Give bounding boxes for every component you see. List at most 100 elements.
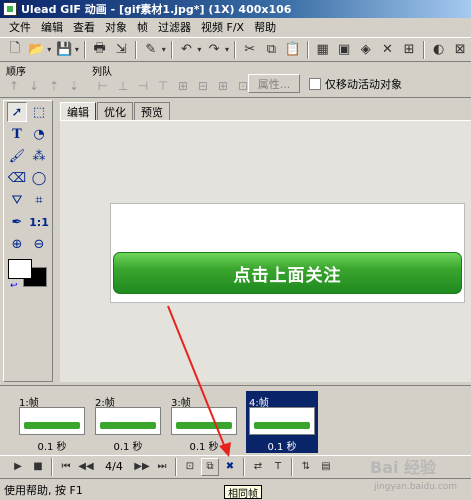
frame-thumbnail-selected[interactable]: 4:帧 0.1 秒 [246, 391, 318, 453]
layout-icon[interactable]: ⊞ [399, 40, 419, 60]
send-backward-icon[interactable]: ⇣ [65, 77, 83, 95]
frame-delay[interactable]: 0.1 秒 [16, 438, 88, 453]
redo-icon[interactable]: ↷ [204, 40, 224, 60]
previous-frame-icon[interactable]: ◀◀ [77, 458, 95, 476]
move-active-only-option[interactable]: 仅移动活动对象 [309, 76, 402, 92]
swap-colors-icon[interactable]: ↩ [10, 281, 18, 291]
toolbar-separator [175, 457, 177, 476]
text-animation-icon[interactable]: T [269, 458, 287, 476]
eyedropper-tool-icon[interactable]: ✒ [7, 212, 27, 232]
cut-icon[interactable]: ✂ [240, 40, 260, 60]
undo-dropdown-icon[interactable]: ▾ [197, 45, 201, 54]
thumb-banner [176, 422, 232, 429]
next-frame-icon[interactable]: ▶▶ [133, 458, 151, 476]
frame-properties-icon[interactable]: ▤ [317, 458, 335, 476]
canvas-area[interactable]: 点击上面关注 [60, 120, 471, 382]
align-middle-icon[interactable]: ⊞ [174, 77, 192, 95]
duplicate-frame-icon[interactable]: ⧉ [201, 457, 219, 476]
frame-thumbnail[interactable]: 2:帧 0.1 秒 [92, 391, 164, 453]
magic-wand-tool-icon[interactable]: ⁂ [29, 146, 49, 166]
menu-view[interactable]: 查看 [68, 19, 100, 36]
ellipse-tool-icon[interactable]: ◯ [29, 168, 49, 188]
browser-preview-icon[interactable]: ◐ [429, 40, 449, 60]
actual-size-tool-icon[interactable]: 1:1 [29, 212, 49, 232]
save-icon[interactable]: 💾 [54, 40, 74, 60]
tween-icon[interactable]: ⇄ [249, 458, 267, 476]
frame-delay[interactable]: 0.1 秒 [246, 438, 318, 453]
undo-icon[interactable]: ↶ [177, 40, 197, 60]
frame-counter: 4/4 [105, 460, 123, 473]
align-bottom-icon[interactable]: ⊟ [194, 77, 212, 95]
lasso-tool-icon[interactable]: ◔ [29, 124, 49, 144]
thumb-banner [254, 422, 310, 429]
tab-preview[interactable]: 预览 [134, 102, 170, 120]
menu-frame[interactable]: 帧 [132, 19, 153, 36]
frame-properties-icon[interactable]: ▣ [334, 40, 354, 60]
color-selector[interactable]: ↩ [8, 259, 50, 291]
crop-icon[interactable]: ✕ [378, 40, 398, 60]
menu-help[interactable]: 帮助 [249, 19, 281, 36]
marquee-tool-icon[interactable]: ⬚ [29, 102, 49, 122]
crop-tool-icon[interactable]: ⌗ [29, 190, 49, 210]
tab-optimize[interactable]: 优化 [97, 102, 133, 120]
align-top-icon[interactable]: ⊤ [154, 77, 172, 95]
redo-dropdown-icon[interactable]: ▾ [225, 45, 229, 54]
first-frame-icon[interactable]: ⏮ [57, 458, 75, 476]
bring-forward-icon[interactable]: ⇡ [45, 77, 63, 95]
move-active-only-checkbox[interactable] [309, 78, 321, 90]
toolbar-separator [243, 457, 245, 476]
frame-delay[interactable]: 0.1 秒 [92, 438, 164, 453]
attributes-button[interactable]: 属性... [248, 74, 300, 93]
brush-dropdown-icon[interactable]: ▾ [162, 45, 166, 54]
reverse-frames-icon[interactable]: ⇅ [297, 458, 315, 476]
align-right-icon[interactable]: ⊣ [134, 77, 152, 95]
eraser-tool-icon[interactable]: ⌫ [7, 168, 27, 188]
help-icon[interactable]: ⊠ [450, 40, 470, 60]
pick-tool-icon[interactable]: ➚ [7, 102, 27, 122]
open-dropdown-icon[interactable]: ▾ [47, 45, 51, 54]
frame-grid-icon[interactable]: ▦ [313, 40, 333, 60]
align-left-icon[interactable]: ⊢ [94, 77, 112, 95]
last-frame-icon[interactable]: ⏭ [153, 458, 171, 476]
new-file-icon[interactable]: 🗋 [5, 40, 25, 60]
main-toolbar: 🗋 📂 ▾ 💾 ▾ 🖶 ⇲ ✎ ▾ ↶ ▾ ↷ ▾ ✂ ⧉ 📋 ▦ ▣ ◈ ✕ … [0, 37, 471, 62]
object-icon[interactable]: ◈ [356, 40, 376, 60]
gif-banner-button: 点击上面关注 [113, 252, 462, 294]
foreground-color-swatch[interactable] [8, 259, 32, 279]
app-icon [3, 2, 17, 16]
text-tool-icon[interactable]: T [7, 124, 27, 144]
copy-icon[interactable]: ⧉ [262, 40, 282, 60]
stop-icon[interactable]: ■ [29, 458, 47, 476]
paste-icon[interactable]: 📋 [283, 40, 303, 60]
menu-file[interactable]: 文件 [4, 19, 36, 36]
gif-image[interactable]: 点击上面关注 [110, 203, 465, 303]
menu-object[interactable]: 对象 [100, 19, 132, 36]
add-frame-icon[interactable]: ⊡ [181, 458, 199, 476]
paintbrush-tool-icon[interactable]: 🖌 [7, 146, 27, 166]
export-icon[interactable]: ⇲ [111, 40, 131, 60]
arrange-buttons: ↑ ↓ ⇡ ⇣ ⊢ ⊥ ⊣ ⊤ ⊞ ⊟ ⊞ ⊡ [4, 76, 253, 96]
frame-thumbnail[interactable]: 3:帧 0.1 秒 [168, 391, 240, 453]
frame-thumbnail[interactable]: 1:帧 0.1 秒 [16, 391, 88, 453]
menu-video-fx[interactable]: 视频 F/X [196, 19, 249, 36]
tab-edit[interactable]: 编辑 [60, 102, 96, 120]
frame-preview [249, 407, 315, 435]
thumb-banner [24, 422, 80, 429]
brush-icon[interactable]: ✎ [141, 40, 161, 60]
align-center-icon[interactable]: ⊥ [114, 77, 132, 95]
send-to-back-icon[interactable]: ↓ [25, 77, 43, 95]
print-icon[interactable]: 🖶 [90, 40, 110, 60]
open-folder-icon[interactable]: 📂 [27, 40, 47, 60]
menu-filter[interactable]: 过滤器 [153, 19, 196, 36]
save-dropdown-icon[interactable]: ▾ [75, 45, 79, 54]
delete-frame-icon[interactable]: ✖ [221, 458, 239, 476]
toolbar-separator [291, 457, 293, 476]
zoom-out-tool-icon[interactable]: ⊖ [29, 234, 49, 254]
frame-delay[interactable]: 0.1 秒 [168, 438, 240, 453]
paint-bucket-tool-icon[interactable]: ⛛ [7, 190, 27, 210]
distribute-h-icon[interactable]: ⊞ [214, 77, 232, 95]
menu-edit[interactable]: 编辑 [36, 19, 68, 36]
bring-to-front-icon[interactable]: ↑ [5, 77, 23, 95]
zoom-in-tool-icon[interactable]: ⊕ [7, 234, 27, 254]
play-icon[interactable]: ▶ [9, 458, 27, 476]
